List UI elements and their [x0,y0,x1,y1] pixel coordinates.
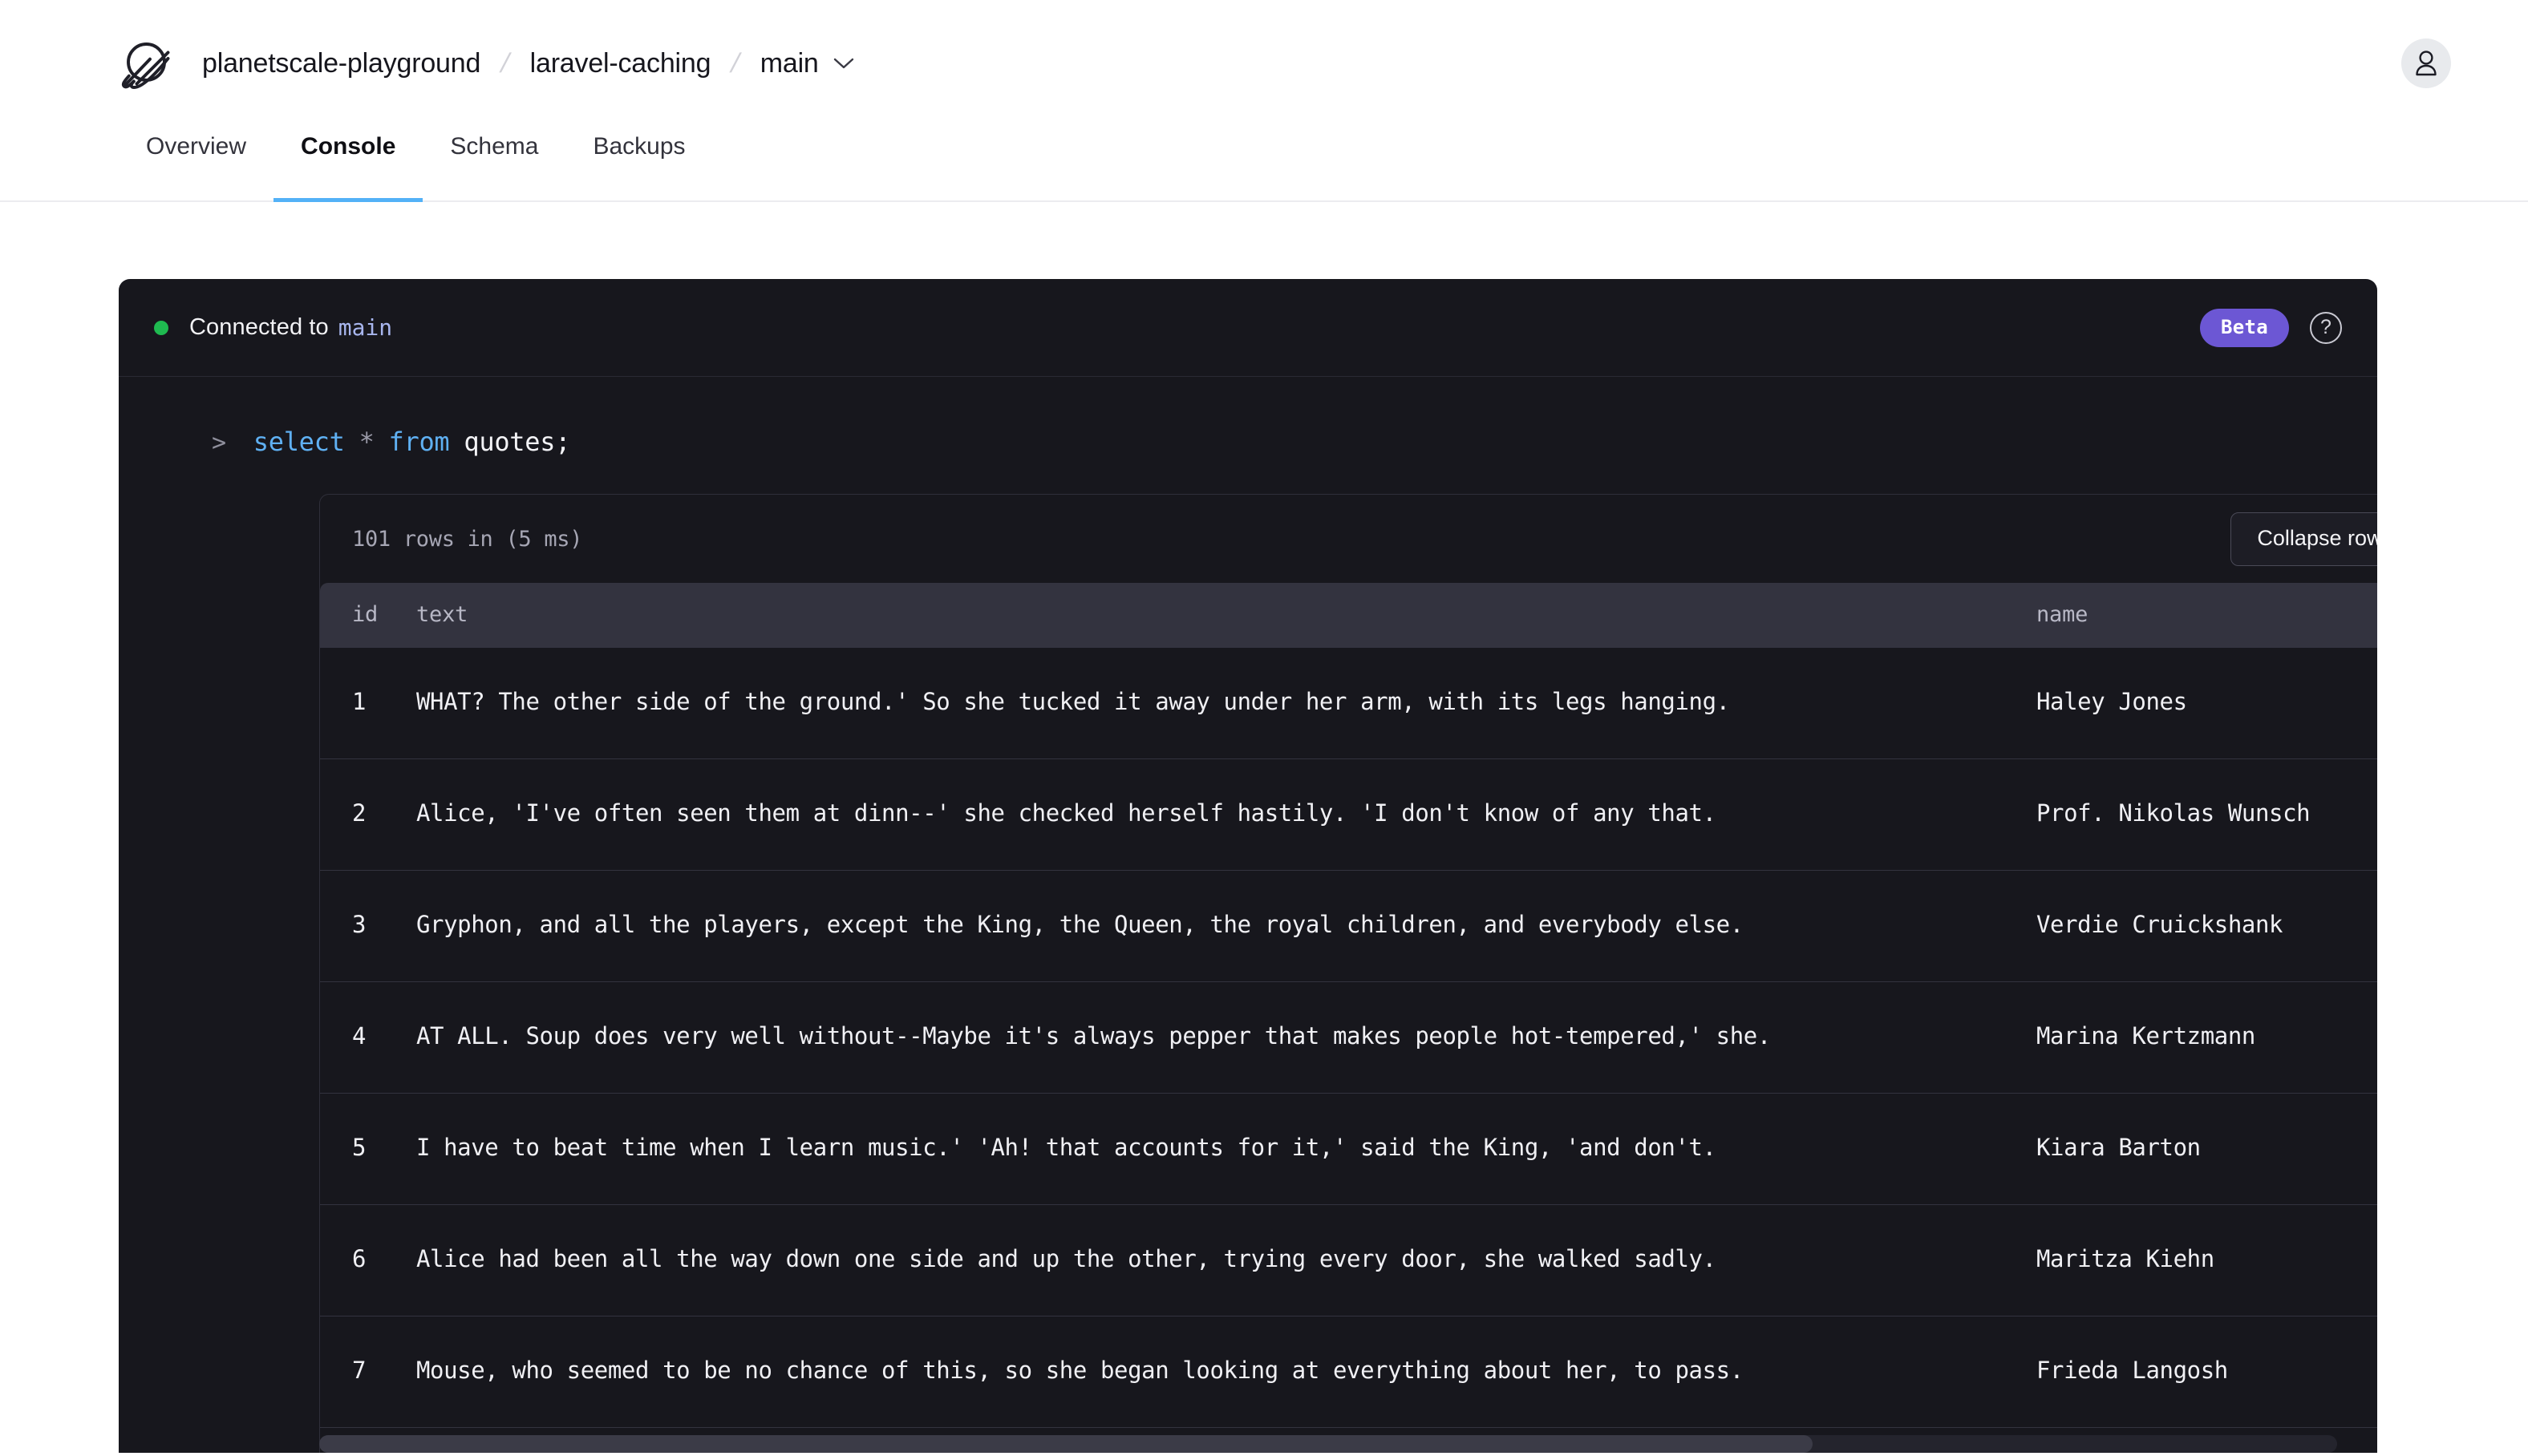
cell-name: Marina Kertzmann [2036,982,2377,1094]
cell-text: I have to beat time when I learn music.'… [416,1094,2036,1205]
breadcrumb-database[interactable]: laravel-caching [530,48,711,79]
sql-keyword-from: from [388,427,450,457]
console-panel: Connected to main Beta ? > select * from… [119,279,2377,1453]
results-table-body: 1 WHAT? The other side of the ground.' S… [320,648,2377,1453]
table-row[interactable]: 2 Alice, 'I've often seen them at dinn--… [320,759,2377,871]
cell-text: WHAT? The other side of the ground.' So … [416,648,2036,759]
table-header-row: id text name [320,583,2377,648]
tab-overview[interactable]: Overview [119,127,273,202]
console-header-actions: Beta ? [2200,308,2342,347]
breadcrumb-separator-1: / [497,47,513,79]
rows-summary: 101 rows in (5 ms) [352,526,583,552]
results-card: 101 rows in (5 ms) Collapse rows id text… [319,494,2377,1453]
tab-console[interactable]: Console [273,127,423,202]
column-header-name[interactable]: name [2036,583,2377,648]
cell-name: Haley Jones [2036,648,2377,759]
table-row[interactable]: 6 Alice had been all the way down one si… [320,1205,2377,1316]
planetscale-logo-icon[interactable] [119,35,172,91]
results-area: 101 rows in (5 ms) Collapse rows id text… [119,457,2377,1453]
table-row[interactable]: 4 AT ALL. Soup does very well without--M… [320,982,2377,1094]
collapse-rows-button[interactable]: Collapse rows [2230,512,2377,566]
cell-text: Mouse, who seemed to be no chance of thi… [416,1316,2036,1428]
cell-name: Frieda Langosh [2036,1316,2377,1428]
connection-branch-name: main [338,314,393,341]
horizontal-scrollbar[interactable] [319,1435,2337,1453]
cell-text: AT ALL. Soup does very well without--May… [416,982,2036,1094]
table-row[interactable]: 5 I have to beat time when I learn music… [320,1094,2377,1205]
column-header-id[interactable]: id [320,583,416,648]
help-icon[interactable]: ? [2310,311,2342,344]
cell-text: Alice, 'I've often seen them at dinn--' … [416,759,2036,871]
cell-id: 4 [320,982,416,1094]
cell-text: Alice had been all the way down one side… [416,1205,2036,1316]
chevron-down-icon [833,58,853,69]
column-header-text[interactable]: text [416,583,2036,648]
app-header: planetscale-playground / laravel-caching… [0,0,2528,127]
cell-id: 2 [320,759,416,871]
branch-selector[interactable]: main [760,48,854,79]
connection-status-label: Connected to [189,314,329,340]
breadcrumb: planetscale-playground / laravel-caching… [119,35,2401,91]
table-row[interactable]: 7 Mouse, who seemed to be no chance of t… [320,1316,2377,1428]
cell-id: 6 [320,1205,416,1316]
cell-id: 3 [320,871,416,982]
cell-name: Prof. Nikolas Wunsch [2036,759,2377,871]
tab-backups[interactable]: Backups [565,127,712,202]
sql-star-operator: * [359,427,375,457]
breadcrumb-separator-2: / [727,47,743,79]
avatar[interactable] [2401,38,2451,88]
tab-schema[interactable]: Schema [423,127,565,202]
results-table-head: id text name [320,583,2377,648]
table-row[interactable]: 3 Gryphon, and all the players, except t… [320,871,2377,982]
prompt-chevron-icon: > [212,429,226,457]
query-line[interactable]: > select * from quotes; [119,377,2377,457]
breadcrumb-branch: main [760,47,819,79]
scrollbar-thumb[interactable] [319,1435,1813,1453]
cell-id: 1 [320,648,416,759]
cell-text: Gryphon, and all the players, except the… [416,871,2036,982]
cell-id: 5 [320,1094,416,1205]
page-body: Connected to main Beta ? > select * from… [0,202,2528,1453]
beta-badge: Beta [2200,308,2289,347]
cell-name: Kiara Barton [2036,1094,2377,1205]
primary-tabs: Overview Console Schema Backups [0,127,2528,202]
results-table: id text name 1 WHAT? The other side of t… [320,583,2377,1453]
breadcrumb-organization[interactable]: planetscale-playground [202,48,480,79]
console-header: Connected to main Beta ? [119,279,2377,377]
sql-keyword-select: select [253,427,345,457]
user-avatar-icon [2416,51,2437,76]
cell-name: Maritza Kiehn [2036,1205,2377,1316]
cell-id: 7 [320,1316,416,1428]
connection-status-dot [154,320,168,335]
cell-name: Verdie Cruickshank [2036,871,2377,982]
results-toolbar: 101 rows in (5 ms) Collapse rows [320,495,2377,583]
sql-table-name: quotes; [464,427,571,457]
table-row[interactable]: 1 WHAT? The other side of the ground.' S… [320,648,2377,759]
